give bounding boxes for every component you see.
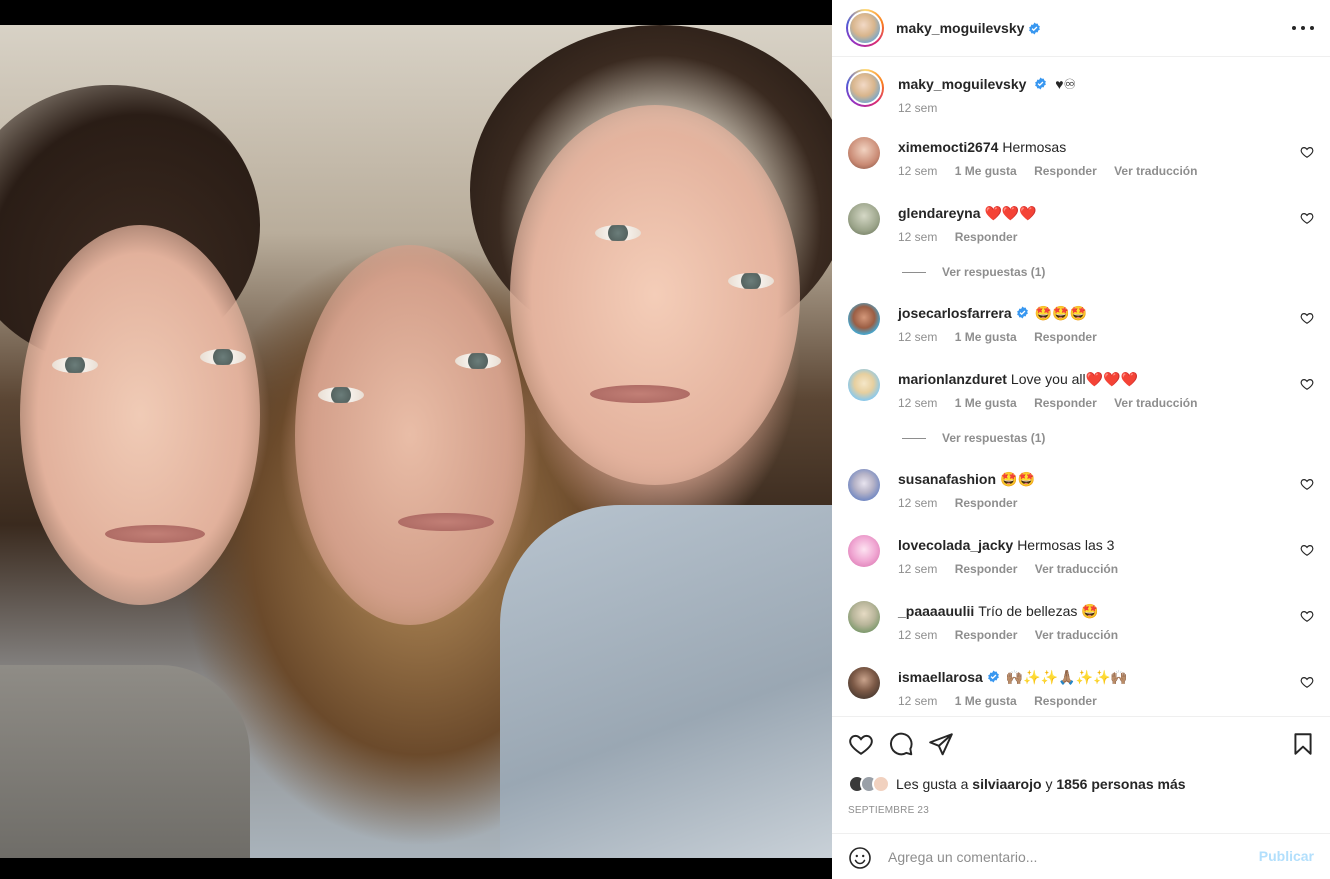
comment-likes[interactable]: 1 Me gusta xyxy=(955,694,1017,708)
comment-username[interactable]: ismaellarosa xyxy=(898,669,983,685)
publish-button[interactable]: Publicar xyxy=(1259,848,1314,864)
translate-button[interactable]: Ver traducción xyxy=(1114,396,1197,410)
comment-composer: Publicar xyxy=(832,833,1330,879)
comment-text: Trío de bellezas 🤩 xyxy=(978,603,1099,619)
liker-username[interactable]: silviaarojo xyxy=(972,776,1041,792)
reply-button[interactable]: Responder xyxy=(955,628,1018,642)
author-username[interactable]: maky_moguilevsky xyxy=(896,20,1024,36)
view-replies-button[interactable]: Ver respuestas (1) xyxy=(902,431,1045,445)
reply-button[interactable]: Responder xyxy=(1034,396,1097,410)
comment-text: ❤️❤️❤️ xyxy=(984,205,1037,221)
comment-time: 12 sem xyxy=(898,330,938,344)
heart-icon[interactable] xyxy=(1300,377,1314,391)
comment-avatar[interactable] xyxy=(848,369,880,401)
post-actions: Les gusta a silviaarojo y 1856 personas … xyxy=(832,716,1330,833)
comment-time: 12 sem xyxy=(898,230,938,244)
comment-avatar[interactable] xyxy=(848,203,880,235)
comment-item: ximemocti2674 Hermosas 12 sem 1 Me gusta … xyxy=(846,137,1316,187)
comment-time: 12 sem xyxy=(898,628,938,642)
photo-pane xyxy=(0,0,832,879)
verified-icon xyxy=(1016,306,1028,319)
likes-count-link[interactable]: 1856 personas más xyxy=(1056,776,1185,792)
post-caption: maky_moguilevsky ♥︎♾ 12 sem xyxy=(846,69,1316,129)
post-photo[interactable] xyxy=(0,25,832,858)
comment-time: 12 sem xyxy=(898,562,938,576)
caption-time: 12 sem xyxy=(898,101,938,115)
heart-icon[interactable] xyxy=(1300,543,1314,557)
comment-text: 🤩🤩🤩 xyxy=(1034,305,1087,321)
caption-username[interactable]: maky_moguilevsky xyxy=(898,76,1026,92)
comment-icon[interactable] xyxy=(888,731,914,757)
comment-time: 12 sem xyxy=(898,396,938,410)
verified-icon xyxy=(987,670,999,683)
heart-icon[interactable] xyxy=(1300,675,1314,689)
comment-input[interactable] xyxy=(888,844,1248,870)
heart-icon[interactable] xyxy=(1300,145,1314,159)
comment-avatar[interactable] xyxy=(848,667,880,699)
comment-text: Love you all❤️❤️❤️ xyxy=(1010,371,1138,387)
reply-button[interactable]: Responder xyxy=(955,496,1018,510)
caption-avatar[interactable] xyxy=(846,69,884,107)
comment-username[interactable]: lovecolada_jacky xyxy=(898,537,1013,553)
comment-item: lovecolada_jacky Hermosas las 3 12 sem Re… xyxy=(846,535,1316,585)
comment-avatar[interactable] xyxy=(848,601,880,633)
comment-item: glendareyna ❤️❤️❤️ 12 sem Responder xyxy=(846,203,1316,253)
comment-likes[interactable]: 1 Me gusta xyxy=(955,164,1017,178)
comment-text: Hermosas xyxy=(1002,139,1067,155)
reply-button[interactable]: Responder xyxy=(955,562,1018,576)
post-header: maky_moguilevsky xyxy=(832,0,1330,57)
comment-text: 🤩🤩 xyxy=(1000,471,1035,487)
comment-avatar[interactable] xyxy=(848,469,880,501)
comment-username[interactable]: marionlanzduret xyxy=(898,371,1007,387)
heart-icon[interactable] xyxy=(1300,211,1314,225)
reply-button[interactable]: Responder xyxy=(1034,330,1097,344)
comment-username[interactable]: josecarlosfarrera xyxy=(898,305,1012,321)
comment-likes[interactable]: 1 Me gusta xyxy=(955,396,1017,410)
comment-avatar[interactable] xyxy=(848,303,880,335)
comment-likes[interactable]: 1 Me gusta xyxy=(955,330,1017,344)
more-icon[interactable] xyxy=(1292,18,1314,38)
verified-icon xyxy=(1035,77,1047,90)
reply-button[interactable]: Responder xyxy=(1034,694,1097,708)
bookmark-icon[interactable] xyxy=(1290,731,1316,757)
comment-username[interactable]: ximemocti2674 xyxy=(898,139,998,155)
translate-button[interactable]: Ver traducción xyxy=(1035,628,1118,642)
comment-username[interactable]: _paaaauulii xyxy=(898,603,974,619)
comment-time: 12 sem xyxy=(898,164,938,178)
instagram-post-view: maky_moguilevsky maky_moguilevsky ♥︎♾ 12… xyxy=(0,0,1330,879)
comment-time: 12 sem xyxy=(898,496,938,510)
reply-button[interactable]: Responder xyxy=(955,230,1018,244)
comment-item: josecarlosfarrera 🤩🤩🤩 12 sem 1 Me gusta R… xyxy=(846,303,1316,353)
comment-item: susanafashion 🤩🤩 12 sem Responder xyxy=(846,469,1316,519)
post-date: SEPTIEMBRE 23 xyxy=(848,805,929,816)
post-sidebar: maky_moguilevsky maky_moguilevsky ♥︎♾ 12… xyxy=(832,0,1330,879)
heart-icon[interactable] xyxy=(1300,477,1314,491)
likes-summary: Les gusta a silviaarojo y 1856 personas … xyxy=(848,773,1186,795)
comment-username[interactable]: susanafashion xyxy=(898,471,996,487)
comment-avatar[interactable] xyxy=(848,535,880,567)
comment-avatar[interactable] xyxy=(848,137,880,169)
comment-text: Hermosas las 3 xyxy=(1017,537,1115,553)
heart-icon[interactable] xyxy=(848,731,874,757)
author-avatar[interactable] xyxy=(846,9,884,47)
comment-username[interactable]: glendareyna xyxy=(898,205,980,221)
comment-time: 12 sem xyxy=(898,694,938,708)
reply-button[interactable]: Responder xyxy=(1034,164,1097,178)
caption-text: ♥︎♾ xyxy=(1055,76,1077,92)
comments-list[interactable]: maky_moguilevsky ♥︎♾ 12 sem ximemocti267… xyxy=(832,57,1330,716)
heart-icon[interactable] xyxy=(1300,311,1314,325)
emoji-icon[interactable] xyxy=(848,846,872,870)
liker-avatar[interactable] xyxy=(872,775,890,793)
view-replies-button[interactable]: Ver respuestas (1) xyxy=(902,265,1045,279)
comment-text: 🙌🏽✨✨🙏🏽✨✨🙌🏽 xyxy=(1005,669,1128,685)
verified-icon xyxy=(1029,22,1041,34)
share-icon[interactable] xyxy=(928,731,954,757)
heart-icon[interactable] xyxy=(1300,609,1314,623)
comment-item: _paaaauulii Trío de bellezas 🤩 12 sem Res… xyxy=(846,601,1316,651)
comment-item: marionlanzduret Love you all❤️❤️❤️ 12 sem… xyxy=(846,369,1316,419)
translate-button[interactable]: Ver traducción xyxy=(1114,164,1197,178)
translate-button[interactable]: Ver traducción xyxy=(1035,562,1118,576)
comment-item: ismaellarosa 🙌🏽✨✨🙏🏽✨✨🙌🏽 12 sem 1 Me gusta… xyxy=(846,667,1316,716)
